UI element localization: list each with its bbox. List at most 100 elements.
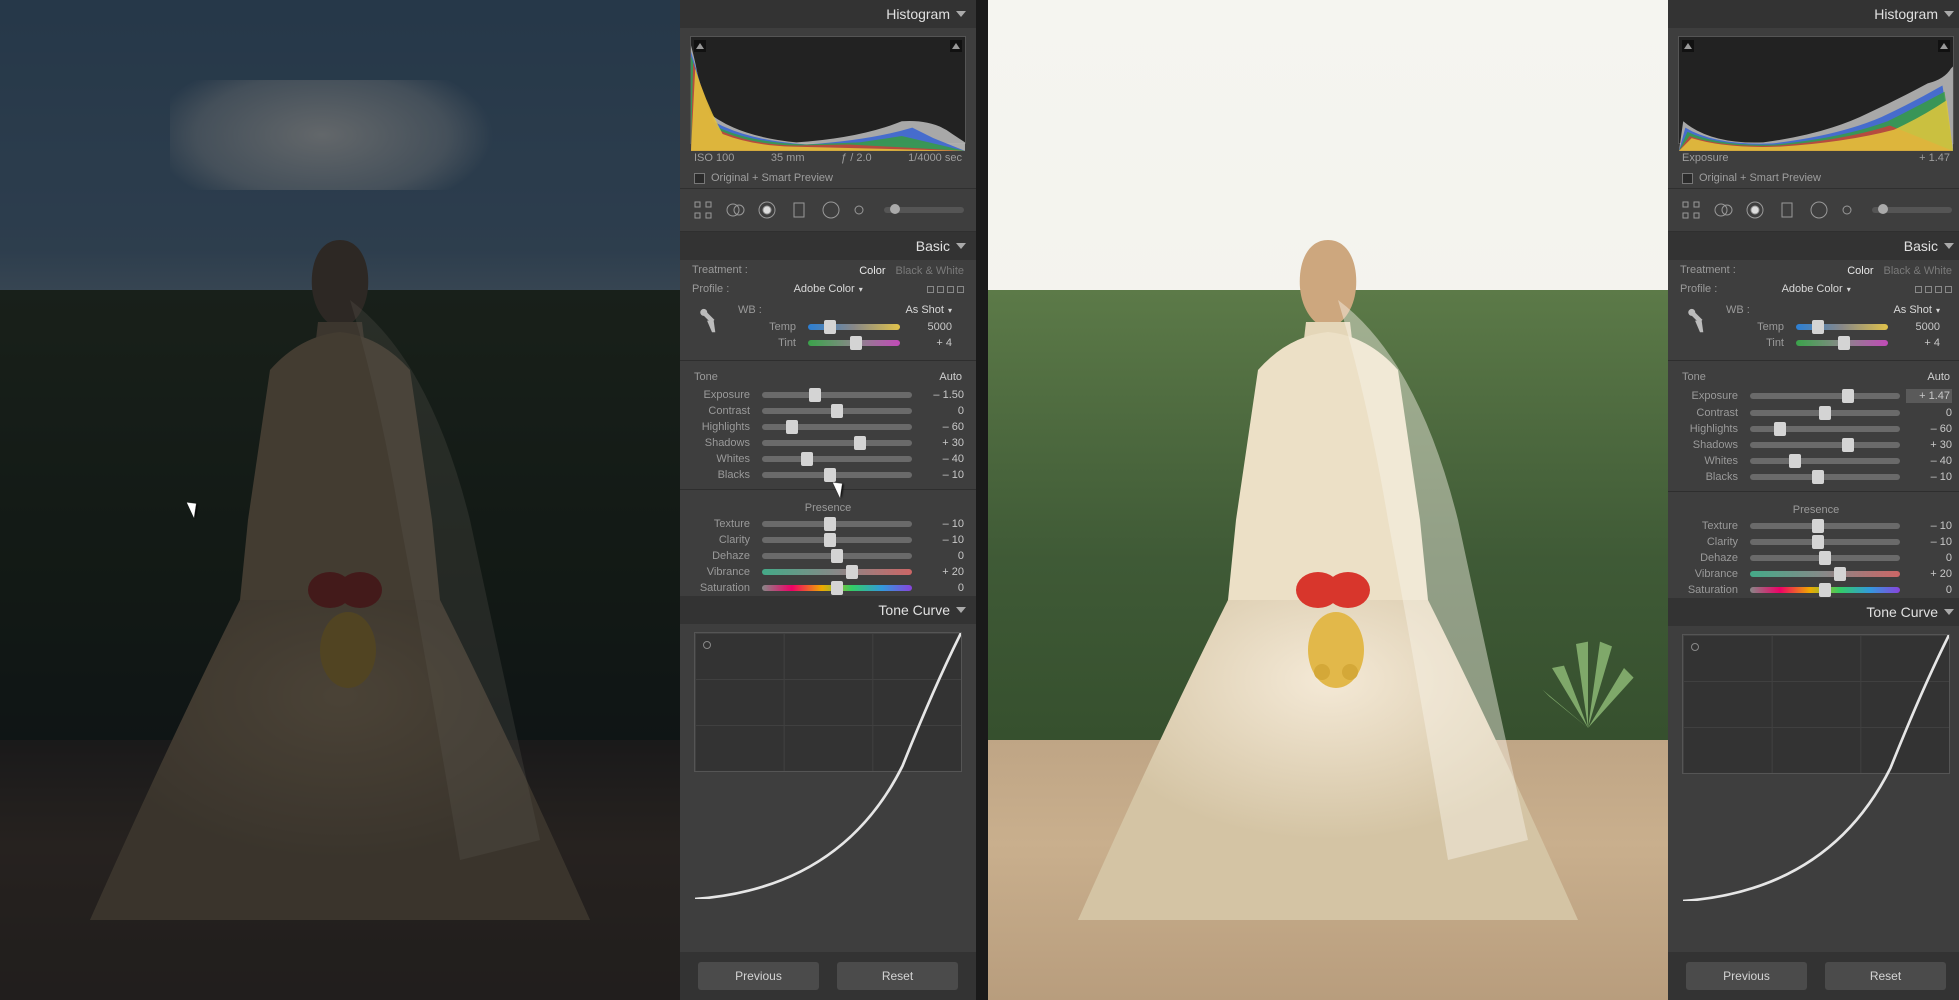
whites-slider[interactable] — [1750, 458, 1900, 464]
contrast-slider[interactable] — [762, 408, 912, 414]
brush-size-slider[interactable] — [884, 207, 964, 213]
shadows-slider[interactable] — [762, 440, 912, 446]
develop-panel-right: Histogram Exposure+ 1.47 Original + Smar… — [1668, 0, 1959, 1000]
tone-curve-left[interactable] — [694, 632, 962, 772]
previous-button[interactable]: Previous — [1686, 962, 1807, 990]
brush-tool-icon[interactable] — [1840, 199, 1862, 221]
profile-browser-icon[interactable] — [927, 286, 964, 293]
blacks-slider[interactable] — [1750, 474, 1900, 480]
whites-value[interactable]: – 40 — [1906, 455, 1952, 467]
tone-curve-header[interactable]: Tone Curve — [1668, 598, 1959, 626]
after-image — [988, 0, 1668, 1000]
temp-slider[interactable] — [1796, 324, 1888, 330]
redeye-tool-icon[interactable] — [1744, 199, 1766, 221]
shadows-value[interactable]: + 30 — [1906, 439, 1952, 451]
previous-button[interactable]: Previous — [698, 962, 819, 990]
profile-browser-icon[interactable] — [1915, 286, 1952, 293]
tone-curve-right[interactable] — [1682, 634, 1950, 774]
mouse-cursor — [190, 500, 204, 520]
tool-strip — [1668, 188, 1959, 232]
temp-slider[interactable] — [808, 324, 900, 330]
exif-row: ISO 10035 mmƒ / 2.01/4000 sec — [680, 148, 976, 168]
dehaze-slider[interactable] — [1750, 555, 1900, 561]
auto-tone-button[interactable]: Auto — [939, 371, 962, 383]
graduated-tool-icon[interactable] — [1776, 199, 1798, 221]
mouse-cursor — [836, 480, 850, 500]
crop-tool-icon[interactable] — [1680, 199, 1702, 221]
radial-tool-icon[interactable] — [820, 199, 842, 221]
saturation-value[interactable]: 0 — [1906, 584, 1952, 596]
exposure-slider[interactable] — [1750, 393, 1900, 399]
whites-value[interactable]: – 40 — [918, 453, 964, 465]
treatment-bw[interactable]: Black & White — [896, 265, 964, 277]
crop-tool-icon[interactable] — [692, 199, 714, 221]
highlights-value[interactable]: – 60 — [1906, 423, 1952, 435]
checkbox-icon[interactable] — [694, 173, 705, 184]
basic-header[interactable]: Basic — [1668, 232, 1959, 260]
basic-header[interactable]: Basic — [680, 232, 976, 260]
auto-tone-button[interactable]: Auto — [1927, 371, 1950, 383]
treatment-color[interactable]: Color — [859, 265, 885, 277]
histogram-header[interactable]: Histogram — [680, 0, 976, 28]
treatment-label: Treatment : — [692, 264, 748, 276]
smart-preview-row[interactable]: Original + Smart Preview — [1668, 168, 1959, 188]
tint-slider[interactable] — [1796, 340, 1888, 346]
highlights-slider[interactable] — [762, 424, 912, 430]
saturation-slider[interactable] — [762, 585, 912, 591]
texture-value[interactable]: – 10 — [918, 518, 964, 530]
radial-tool-icon[interactable] — [1808, 199, 1830, 221]
dehaze-slider[interactable] — [762, 553, 912, 559]
dehaze-value[interactable]: 0 — [918, 550, 964, 562]
tint-slider[interactable] — [808, 340, 900, 346]
exposure-slider[interactable] — [762, 392, 912, 398]
vibrance-slider[interactable] — [762, 569, 912, 575]
texture-slider[interactable] — [1750, 523, 1900, 529]
spot-tool-icon[interactable] — [724, 199, 746, 221]
whites-slider[interactable] — [762, 456, 912, 462]
before-image — [0, 0, 680, 1000]
saturation-value[interactable]: 0 — [918, 582, 964, 594]
contrast-value[interactable]: 0 — [918, 405, 964, 417]
clarity-slider[interactable] — [1750, 539, 1900, 545]
saturation-slider[interactable] — [1750, 587, 1900, 593]
treatment-color[interactable]: Color — [1847, 265, 1873, 277]
vibrance-value[interactable]: + 20 — [918, 566, 964, 578]
wb-dropdown[interactable]: As Shot ▾ — [1893, 304, 1940, 316]
highlights-value[interactable]: – 60 — [918, 421, 964, 433]
clarity-slider[interactable] — [762, 537, 912, 543]
blacks-slider[interactable] — [762, 472, 912, 478]
blacks-value[interactable]: – 10 — [918, 469, 964, 481]
contrast-slider[interactable] — [1750, 410, 1900, 416]
histogram-right[interactable] — [1678, 36, 1954, 144]
wb-label: WB : — [738, 304, 762, 316]
histogram-header[interactable]: Histogram — [1668, 0, 1959, 28]
histogram-left[interactable] — [690, 36, 966, 144]
wb-dropdown[interactable]: As Shot ▾ — [905, 304, 952, 316]
tone-curve-header[interactable]: Tone Curve — [680, 596, 976, 624]
contrast-value[interactable]: 0 — [1906, 407, 1952, 419]
vibrance-value[interactable]: + 20 — [1906, 568, 1952, 580]
texture-value[interactable]: – 10 — [1906, 520, 1952, 532]
exposure-value[interactable]: – 1.50 — [918, 389, 964, 401]
exposure-value[interactable]: + 1.47 — [1906, 389, 1952, 403]
profile-dropdown[interactable]: Adobe Color ▾ — [794, 283, 863, 295]
texture-slider[interactable] — [762, 521, 912, 527]
reset-button[interactable]: Reset — [837, 962, 958, 990]
graduated-tool-icon[interactable] — [788, 199, 810, 221]
vibrance-slider[interactable] — [1750, 571, 1900, 577]
treatment-bw[interactable]: Black & White — [1884, 265, 1952, 277]
dehaze-value[interactable]: 0 — [1906, 552, 1952, 564]
clarity-value[interactable]: – 10 — [918, 534, 964, 546]
highlights-slider[interactable] — [1750, 426, 1900, 432]
brush-tool-icon[interactable] — [852, 199, 874, 221]
brush-size-slider[interactable] — [1872, 207, 1952, 213]
profile-dropdown[interactable]: Adobe Color ▾ — [1782, 283, 1851, 295]
smart-preview-row[interactable]: Original + Smart Preview — [680, 168, 976, 188]
shadows-slider[interactable] — [1750, 442, 1900, 448]
clarity-value[interactable]: – 10 — [1906, 536, 1952, 548]
reset-button[interactable]: Reset — [1825, 962, 1946, 990]
shadows-value[interactable]: + 30 — [918, 437, 964, 449]
spot-tool-icon[interactable] — [1712, 199, 1734, 221]
blacks-value[interactable]: – 10 — [1906, 471, 1952, 483]
redeye-tool-icon[interactable] — [756, 199, 778, 221]
